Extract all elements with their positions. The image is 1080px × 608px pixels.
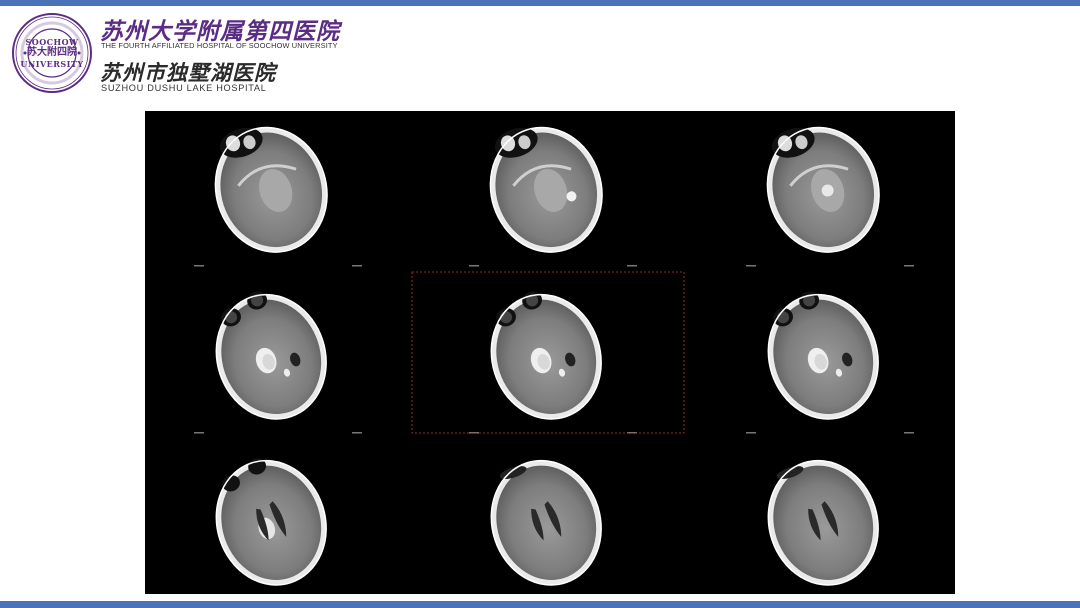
ct-scan-grid (194, 126, 914, 586)
ct-slice-5 (490, 291, 602, 420)
seal-bottom-text: UNIVERSITY (20, 59, 84, 69)
ct-table-marker (746, 265, 914, 267)
top-accent-bar (0, 0, 1080, 6)
ct-table-marker (194, 265, 362, 267)
ct-slice-1 (214, 126, 328, 253)
ct-slice-2 (489, 126, 603, 253)
ct-table-marker (194, 432, 362, 434)
secondary-hospital-name-en: SUZHOU DUSHU LAKE HOSPITAL (101, 83, 267, 93)
bottom-accent-bar (0, 601, 1080, 608)
primary-hospital-name-en: THE FOURTH AFFILIATED HOSPITAL OF SOOCHO… (101, 41, 338, 50)
ct-scan-image-panel (145, 111, 955, 594)
hospital-seal-logo: SOOCHOW 苏大附四院 UNIVERSITY (12, 13, 92, 93)
seal-top-text: SOOCHOW (25, 37, 79, 47)
ct-slice-4 (215, 291, 327, 420)
ct-table-marker (746, 432, 914, 434)
ct-slice-7 (215, 458, 327, 586)
ct-table-marker (469, 265, 637, 267)
ct-slice-9 (767, 459, 879, 586)
seal-center-text: 苏大附四院 (26, 47, 77, 58)
ct-slice-6 (767, 291, 879, 420)
ct-slice-3 (766, 126, 880, 253)
ct-slice-8 (490, 459, 602, 586)
